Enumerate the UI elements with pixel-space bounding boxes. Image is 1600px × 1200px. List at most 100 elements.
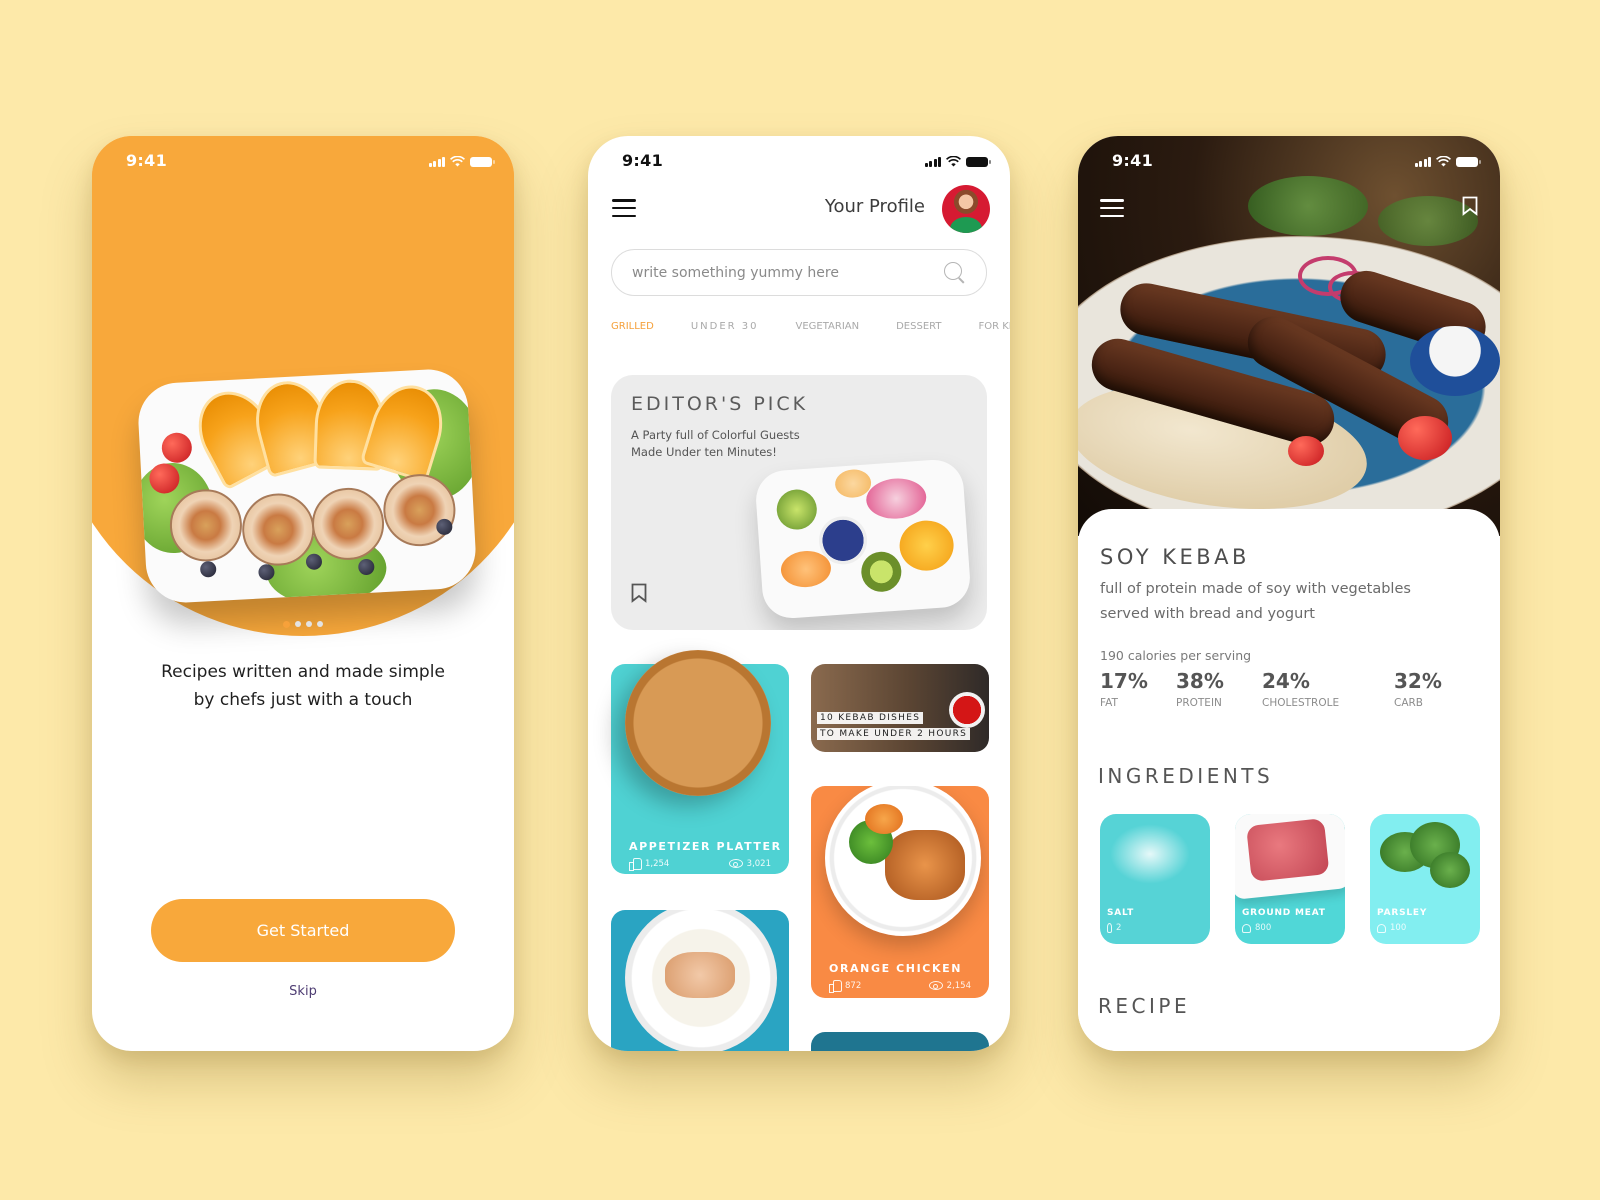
ingredient-qty: 100 — [1390, 923, 1407, 933]
recipe-card-fish[interactable] — [611, 910, 789, 1051]
nutrition-carb: 32% CARB — [1394, 669, 1442, 709]
bookmark-icon[interactable] — [631, 583, 647, 603]
kebab-dishes-card[interactable]: 10 KEBAB DISHES TO MAKE UNDER 2 HOURS — [811, 664, 989, 752]
salt-image — [1110, 824, 1190, 884]
battery-icon — [966, 157, 991, 167]
nutrition-value: 32% — [1394, 669, 1442, 693]
description-line-1: full of protein made of soy with vegetab… — [1100, 581, 1411, 597]
ingredient-name: SALT — [1107, 908, 1135, 918]
page-dot[interactable] — [295, 621, 301, 627]
tab-dessert[interactable]: DESSERT — [896, 321, 941, 332]
status-time: 9:41 — [126, 151, 167, 170]
ingredient-card-ground-meat[interactable]: GROUND MEAT 800 — [1235, 814, 1345, 944]
kebab-card-line-2: TO MAKE UNDER 2 HOURS — [817, 728, 971, 740]
status-time: 9:41 — [1112, 151, 1153, 170]
recipe-detail-screen: 9:41 SOY KEBAB full of protein made of s… — [1078, 136, 1500, 1051]
status-bar: 9:41 — [1078, 136, 1500, 188]
nutrition-value: 24% — [1262, 669, 1310, 693]
description-line-2: served with bread and yogurt — [1100, 606, 1315, 622]
menu-icon[interactable] — [1100, 199, 1124, 217]
view-count: 3,021 — [746, 858, 771, 869]
onboarding-tagline: Recipes written and made simple by chefs… — [92, 658, 514, 714]
cellular-signal-icon — [924, 156, 941, 167]
tab-under-30[interactable]: UNDER 30 — [691, 321, 759, 332]
wifi-icon — [1436, 156, 1451, 167]
dish-description: full of protein made of soy with vegetab… — [1100, 577, 1411, 627]
nutrition-fat: 17% FAT — [1100, 669, 1148, 709]
tagline-line-1: Recipes written and made simple — [161, 662, 445, 682]
avatar[interactable] — [942, 185, 990, 233]
fish-dish-image — [625, 910, 777, 1051]
bookmark-icon[interactable] — [1462, 196, 1478, 216]
page-indicator — [92, 621, 514, 628]
fruit-platter-image — [754, 457, 972, 621]
like-count: 872 — [845, 980, 862, 991]
page-dot[interactable] — [317, 621, 323, 627]
appetizer-image — [625, 650, 771, 796]
tab-vegetarian[interactable]: VEGETARIAN — [795, 321, 859, 332]
ingredient-name: GROUND MEAT — [1242, 908, 1326, 918]
status-bar: 9:41 — [92, 136, 514, 188]
ingredient-qty: 800 — [1255, 923, 1272, 933]
tab-for-kids[interactable]: FOR KIDS — [978, 321, 1010, 332]
view-count: 2,154 — [946, 980, 971, 991]
ingredient-qty: 2 — [1116, 923, 1122, 933]
page-dot[interactable] — [306, 621, 312, 627]
recipe-detail-panel: SOY KEBAB full of protein made of soy wi… — [1078, 509, 1500, 1051]
page-dot-active[interactable] — [283, 621, 290, 628]
status-time: 9:41 — [622, 151, 663, 170]
search-input[interactable] — [632, 264, 944, 281]
search-icon[interactable] — [944, 261, 966, 284]
battery-icon — [470, 157, 495, 167]
nutrition-protein: 38% PROTEIN — [1176, 669, 1224, 709]
nutrition-label: CARB — [1394, 697, 1424, 709]
eye-icon — [728, 859, 743, 868]
editors-pick-card[interactable]: EDITOR'S PICK A Party full of Colorful G… — [611, 375, 987, 630]
editors-pick-title: EDITOR'S PICK — [631, 393, 809, 415]
like-icon[interactable] — [829, 980, 842, 993]
card-title: APPETIZER PLATTER — [629, 840, 782, 853]
parsley-image — [1380, 822, 1470, 892]
soy-kebab-hero-image — [1078, 136, 1500, 536]
search-bar — [611, 249, 987, 296]
tab-grilled[interactable]: GRILLED — [611, 321, 654, 332]
eye-icon — [928, 981, 943, 990]
scale-icon — [1242, 923, 1251, 933]
nutrition-value: 17% — [1100, 669, 1148, 693]
skip-link[interactable]: Skip — [92, 984, 514, 999]
subtitle-line-1: A Party full of Colorful Guests — [631, 428, 800, 442]
cellular-signal-icon — [1414, 156, 1431, 167]
card-title: ORANGE CHICKEN — [829, 962, 963, 975]
food-plate-image — [136, 367, 478, 605]
wifi-icon — [450, 156, 465, 167]
recipe-card-orange-chicken[interactable]: ORANGE CHICKEN 872 2,154 — [811, 786, 989, 998]
ingredient-card-salt[interactable]: SALT 2 — [1100, 814, 1210, 944]
menu-icon[interactable] — [612, 199, 636, 217]
editors-pick-subtitle: A Party full of Colorful Guests Made Und… — [631, 427, 800, 461]
get-started-button[interactable]: Get Started — [151, 899, 455, 962]
spoon-icon — [1107, 923, 1112, 933]
orange-chicken-image — [825, 786, 981, 936]
onboarding-screen: 9:41 Recipes written and made simple by … — [92, 136, 514, 1051]
sauce-bowl-image — [949, 692, 985, 728]
tagline-line-2: by chefs just with a touch — [193, 690, 413, 710]
ingredient-card-parsley[interactable]: PARSLEY 100 — [1370, 814, 1480, 944]
recipe-card-partial[interactable] — [811, 1032, 989, 1051]
nutrition-value: 38% — [1176, 669, 1224, 693]
category-tabs: GRILLED UNDER 30 VEGETARIAN DESSERT FOR … — [611, 321, 1010, 332]
nutrition-label: CHOLESTROLE — [1262, 697, 1340, 709]
battery-icon — [1456, 157, 1481, 167]
dish-name: SOY KEBAB — [1100, 545, 1250, 569]
wifi-icon — [946, 156, 961, 167]
recipe-heading: RECIPE — [1098, 994, 1191, 1018]
nutrition-label: PROTEIN — [1176, 697, 1222, 709]
scale-icon — [1377, 923, 1386, 933]
like-icon[interactable] — [629, 858, 642, 871]
status-bar: 9:41 — [588, 136, 1010, 188]
cellular-signal-icon — [428, 156, 445, 167]
profile-link[interactable]: Your Profile — [825, 196, 925, 217]
like-count: 1,254 — [645, 858, 670, 869]
kebab-card-line-1: 10 KEBAB DISHES — [817, 712, 924, 724]
recipe-card-appetizer-platter[interactable]: APPETIZER PLATTER 1,254 3,021 — [611, 650, 789, 874]
ingredient-name: PARSLEY — [1377, 908, 1428, 918]
